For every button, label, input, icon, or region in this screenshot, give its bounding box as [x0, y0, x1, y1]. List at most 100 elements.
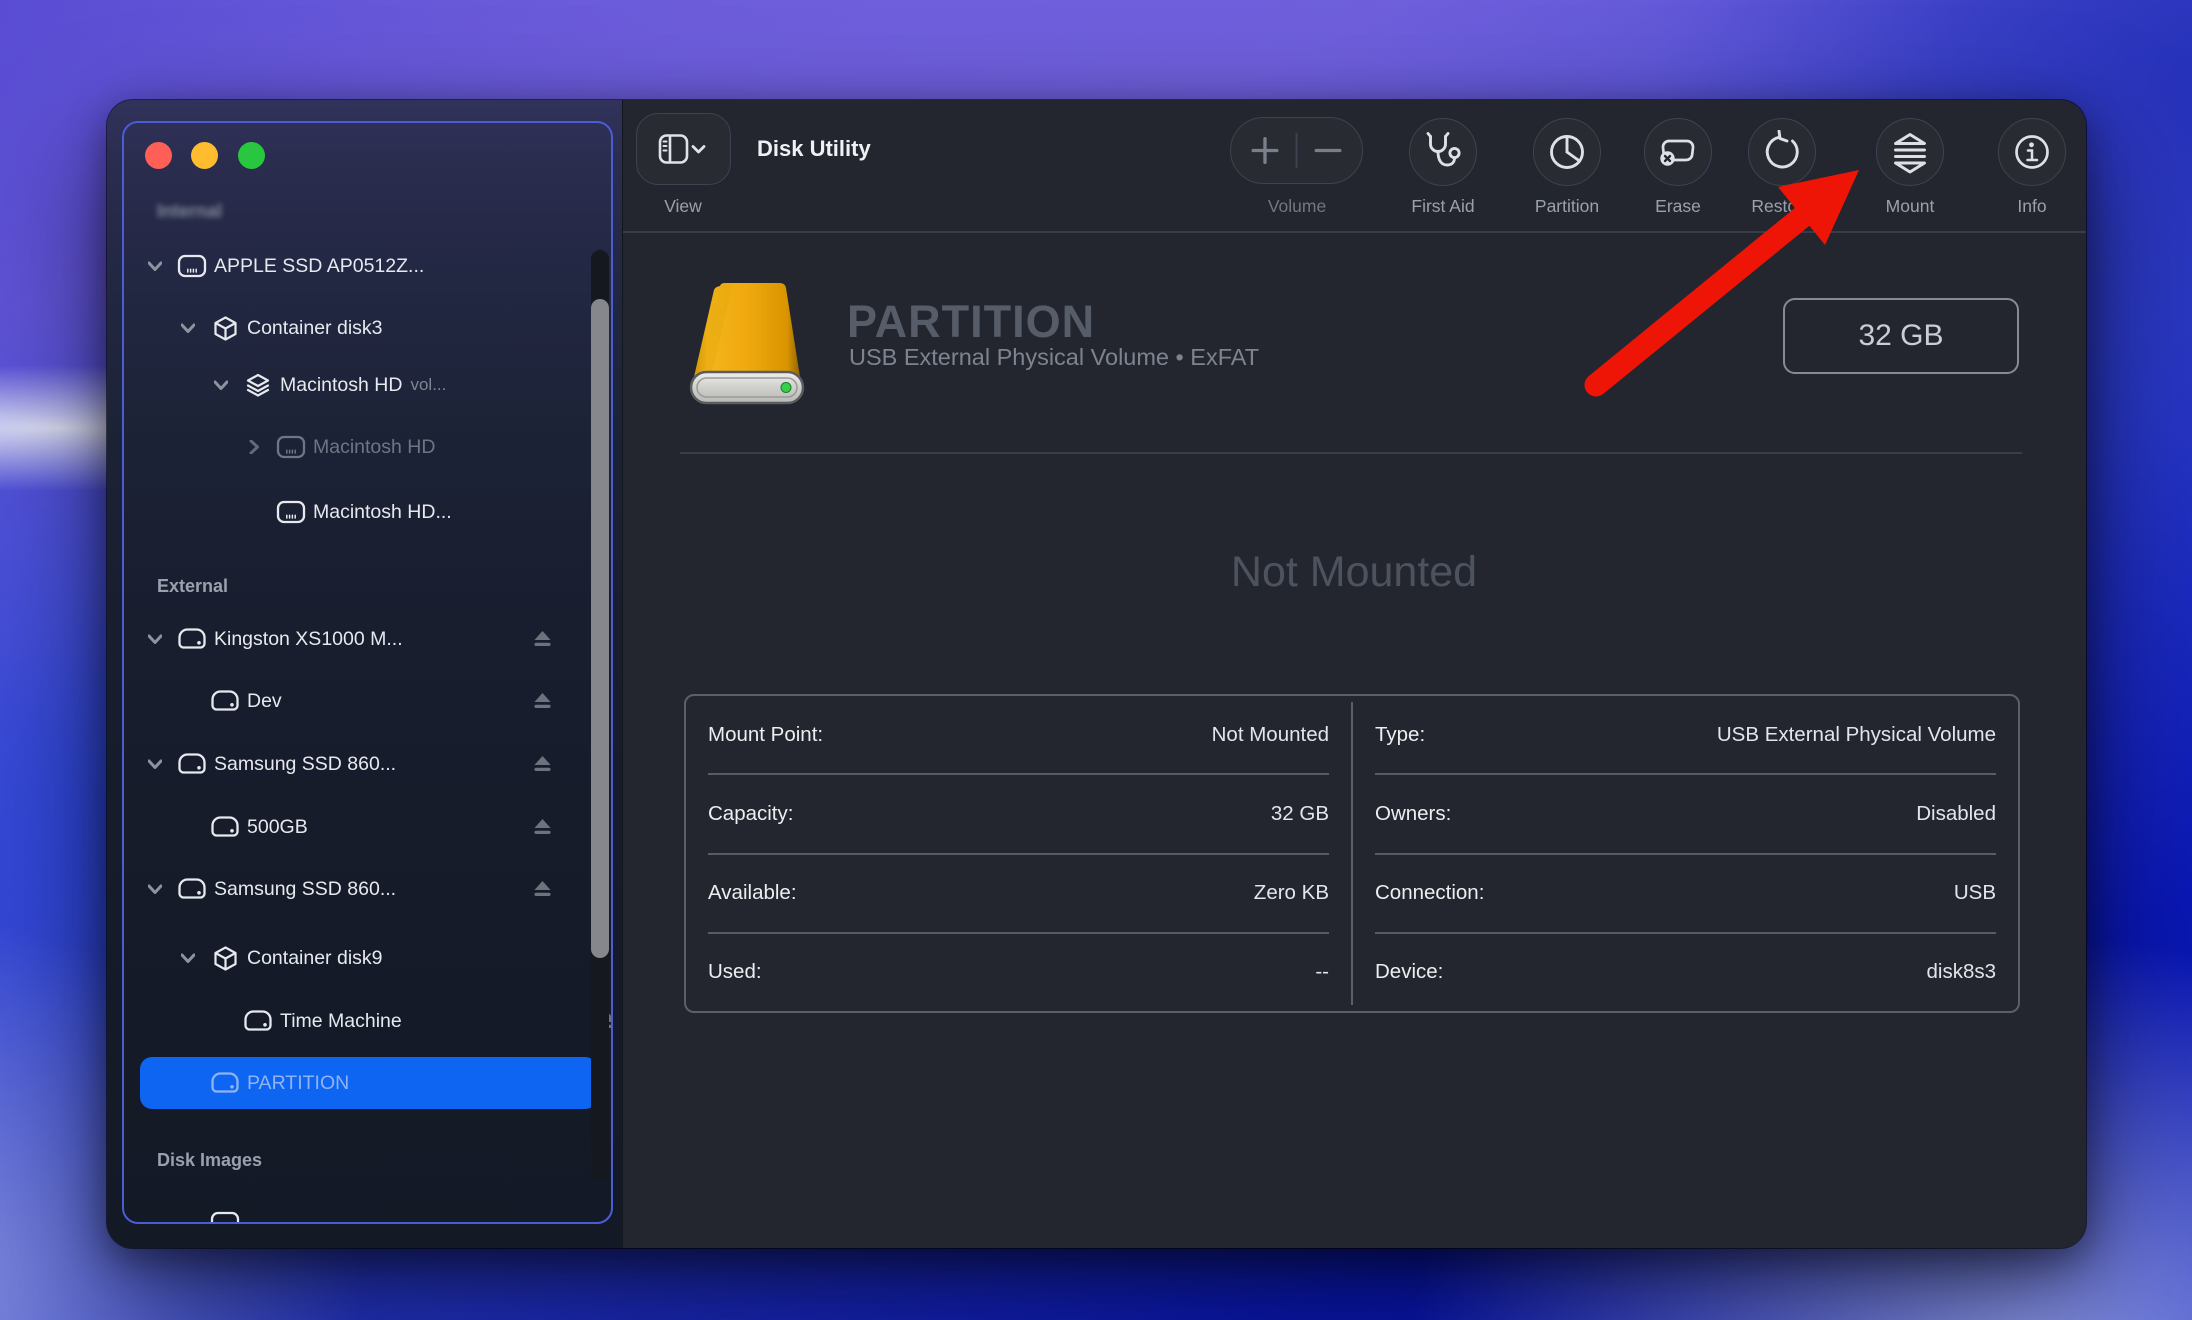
sidebar-view-icon [658, 134, 705, 164]
volume-add-remove-group [1230, 117, 1363, 184]
eject-icon[interactable] [530, 877, 554, 901]
header-divider [680, 452, 2022, 454]
info-button[interactable] [1998, 118, 2066, 186]
external-disk-icon [236, 1009, 280, 1033]
detail-label: Type: [1375, 722, 1426, 746]
mount-status-text: Not Mounted [1230, 548, 1478, 596]
minimize-button[interactable] [191, 142, 218, 169]
external-disk-icon [170, 752, 214, 776]
chevron-down-icon[interactable] [140, 634, 170, 644]
clipped-disk-image-icon [210, 1211, 240, 1224]
sidebar-item-samsung-ssd-2[interactable]: Samsung SSD 860... [140, 866, 564, 912]
sidebar-item-label: Samsung SSD 860... [214, 877, 397, 900]
sidebar-item-suffix: vol... [410, 375, 447, 394]
sidebar-item-label: Samsung SSD 860... [214, 752, 397, 775]
detail-value: USB External Physical Volume [1716, 722, 1996, 746]
add-volume-icon [1251, 137, 1279, 164]
first-aid-button[interactable] [1409, 118, 1477, 186]
eject-icon[interactable] [530, 689, 554, 713]
eject-icon[interactable] [530, 752, 554, 776]
sidebar-item-label: APPLE SSD AP0512Z... [214, 254, 425, 277]
zoom-button[interactable] [238, 142, 265, 169]
chevron-down-icon[interactable] [173, 953, 203, 963]
close-button[interactable] [145, 142, 172, 169]
chevron-right-icon[interactable] [239, 440, 269, 454]
sidebar-item-partition-selected[interactable]: PARTITION [140, 1057, 597, 1109]
view-button[interactable] [636, 113, 731, 185]
sidebar-item-500gb[interactable]: 500GB [140, 804, 597, 850]
sidebar-section-internal: Internal [157, 201, 223, 221]
sidebar-item-dev[interactable]: Dev [140, 678, 597, 724]
device-title: PARTITION [847, 296, 1096, 347]
chevron-down-icon[interactable] [140, 884, 170, 894]
sidebar-item-time-machine[interactable]: Time Machine [140, 998, 613, 1044]
detail-value: Disabled [1916, 801, 1996, 825]
volume-layers-icon [236, 372, 280, 398]
chevron-down-icon[interactable] [173, 323, 203, 333]
table-row: Used: -- [708, 934, 1329, 1011]
chevron-down-icon[interactable] [140, 261, 170, 271]
table-row: Type: USB External Physical Volume [1375, 696, 1996, 776]
table-row: Available: Zero KB [708, 855, 1329, 934]
first-aid-icon [1426, 132, 1461, 167]
table-row: Capacity: 32 GB [708, 775, 1329, 855]
partition-button[interactable] [1533, 118, 1601, 186]
sidebar-item-label: 500GB [247, 815, 308, 838]
sidebar-item-macintosh-hd-hidden[interactable]: Macintosh HD [140, 424, 613, 470]
table-row: Mount Point: Not Mounted [708, 696, 1329, 776]
sidebar-section-external: External [157, 576, 229, 596]
sidebar-item-label: Container disk3 [247, 316, 383, 339]
detail-value: USB [1953, 881, 1996, 905]
eject-icon[interactable] [530, 815, 554, 839]
internal-disk-icon [269, 435, 313, 459]
sidebar-item-macintosh-hd-volumes[interactable]: Macintosh HD vol... [140, 362, 613, 408]
detail-value: Not Mounted [1211, 722, 1329, 746]
restore-button[interactable] [1748, 118, 1816, 186]
toolbar-divider [623, 231, 2086, 233]
detail-label: Mount Point: [708, 722, 824, 746]
sidebar-item-macintosh-hd-data[interactable]: Macintosh HD... [140, 489, 613, 535]
sidebar-item-label: Macintosh HD... [313, 500, 452, 523]
info-label: Info [2017, 196, 2047, 216]
sidebar-item-container-disk9[interactable]: Container disk9 [140, 935, 597, 981]
container-icon [203, 945, 247, 972]
detail-label: Connection: [1375, 881, 1485, 905]
sidebar-item-apple-ssd[interactable]: APPLE SSD AP0512Z... [140, 243, 564, 289]
sidebar-scrollbar-track[interactable] [591, 250, 609, 1180]
detail-value: -- [1315, 960, 1329, 984]
details-right-column: Type: USB External Physical Volume Owner… [1353, 696, 2018, 1011]
disk-utility-window: Internal APPLE SSD AP0512Z... Container … [107, 100, 2086, 1248]
chevron-down-icon[interactable] [140, 759, 170, 769]
sidebar-item-label: Dev [247, 689, 282, 712]
erase-icon [1660, 139, 1695, 166]
external-disk-icon [170, 627, 214, 651]
detail-value: disk8s3 [1926, 960, 1996, 984]
table-row: Device: disk8s3 [1375, 934, 1996, 1011]
restore-icon [1765, 130, 1799, 169]
sidebar-section-disk-images: Disk Images [157, 1150, 263, 1170]
sidebar-item-label: Container disk9 [247, 946, 383, 969]
partition-icon [1550, 135, 1584, 169]
external-disk-icon [203, 689, 247, 713]
chevron-down-icon[interactable] [206, 380, 236, 390]
sidebar-item-label: Time Machine [280, 1009, 402, 1032]
mount-button[interactable] [1876, 118, 1944, 186]
eject-icon[interactable] [530, 627, 554, 651]
external-disk-icon [203, 815, 247, 839]
external-disk-icon [170, 877, 214, 901]
detail-label: Capacity: [708, 801, 794, 825]
detail-value: Zero KB [1253, 881, 1329, 905]
detail-label: Owners: [1375, 801, 1452, 825]
erase-button[interactable] [1644, 118, 1712, 186]
app-title: Disk Utility [757, 136, 871, 161]
internal-disk-icon [170, 254, 214, 278]
sidebar-item-kingston[interactable]: Kingston XS1000 M... [140, 616, 564, 662]
sidebar-item-samsung-ssd-1[interactable]: Samsung SSD 860... [140, 741, 564, 787]
details-left-column: Mount Point: Not Mounted Capacity: 32 GB… [686, 696, 1351, 1011]
sidebar-item-label: Macintosh HD [313, 435, 436, 458]
external-disk-icon [203, 1071, 247, 1095]
sidebar-scrollbar-thumb[interactable] [591, 299, 609, 958]
sidebar-item-container-disk3[interactable]: Container disk3 [140, 305, 597, 351]
external-drive-device-icon [687, 280, 807, 406]
table-row: Connection: USB [1375, 855, 1996, 934]
